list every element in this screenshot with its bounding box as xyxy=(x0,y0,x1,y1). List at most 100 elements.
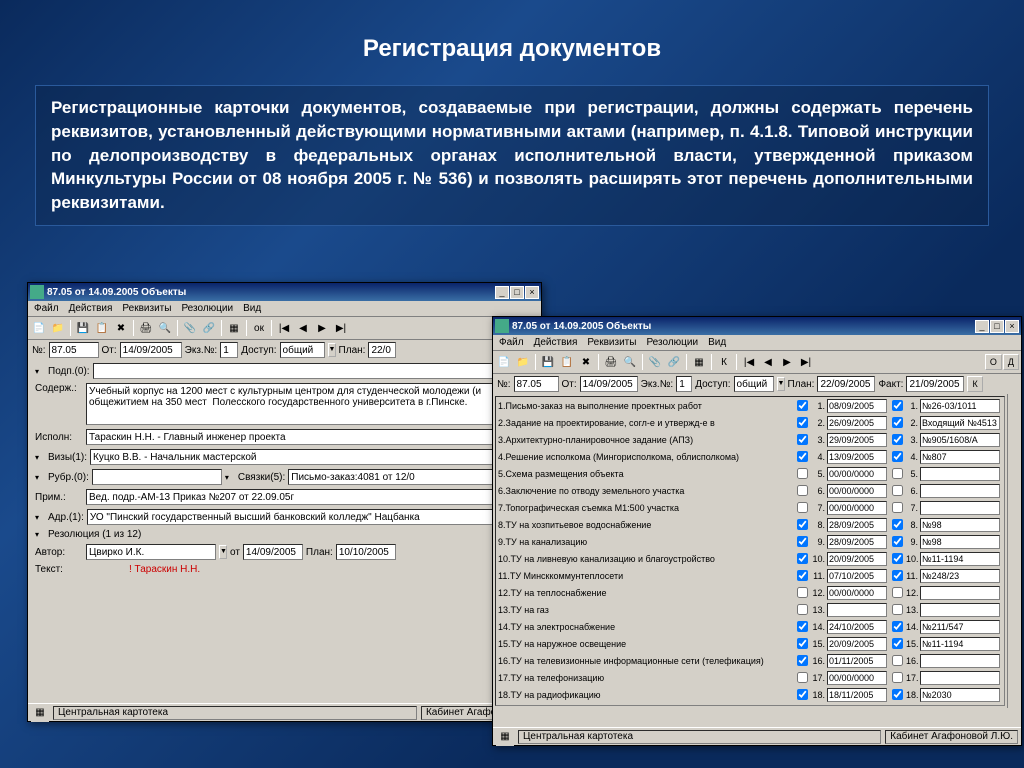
row-check2[interactable] xyxy=(892,604,903,615)
collapse-icon[interactable]: ▾ xyxy=(225,473,235,482)
close-button[interactable]: × xyxy=(525,286,539,299)
tool-delete-icon[interactable]: ✖ xyxy=(577,353,595,371)
tool-link-icon[interactable]: 🔗 xyxy=(665,353,683,371)
list-row[interactable]: 17.ТУ на телефонизацию17.17. xyxy=(496,669,1004,686)
tool-new-icon[interactable]: 📄 xyxy=(30,319,48,337)
row-check2[interactable] xyxy=(892,570,903,581)
row-check2[interactable] xyxy=(892,468,903,479)
row-date[interactable] xyxy=(827,535,887,549)
tool-preview-icon[interactable]: 🔍 xyxy=(156,319,174,337)
row-check2[interactable] xyxy=(892,621,903,632)
list-row[interactable]: 3.Архитектурно-планировочное задание (АП… xyxy=(496,431,1004,448)
row-code[interactable] xyxy=(920,484,1000,498)
maximize-button[interactable]: □ xyxy=(510,286,524,299)
menu-resolutions[interactable]: Резолюции xyxy=(646,337,698,348)
row-code[interactable] xyxy=(920,671,1000,685)
row-date[interactable] xyxy=(827,552,887,566)
list-row[interactable]: 16.ТУ на телевизионные информационные се… xyxy=(496,652,1004,669)
tool-open-icon[interactable]: 📁 xyxy=(49,319,67,337)
dostup-input[interactable] xyxy=(280,342,325,358)
row-code[interactable] xyxy=(920,586,1000,600)
rez-ot-input[interactable] xyxy=(243,544,303,560)
row-date[interactable] xyxy=(827,705,887,707)
tool-form-icon[interactable]: ▦ xyxy=(225,319,243,337)
tool-save-icon[interactable]: 💾 xyxy=(74,319,92,337)
ispoln-input[interactable] xyxy=(86,429,534,445)
row-code[interactable] xyxy=(920,518,1000,532)
plan-input[interactable] xyxy=(817,376,875,392)
list-row[interactable]: 6.Заключение по отводу земельного участк… xyxy=(496,482,1004,499)
list-row[interactable]: 13.ТУ на газ13.13. xyxy=(496,601,1004,618)
row-code[interactable] xyxy=(920,552,1000,566)
menu-file[interactable]: Файл xyxy=(499,337,524,348)
row-date[interactable] xyxy=(827,416,887,430)
adr-input[interactable] xyxy=(87,509,534,525)
menu-actions[interactable]: Действия xyxy=(69,303,113,314)
rubr-input[interactable] xyxy=(92,469,222,485)
nav-next-icon[interactable]: ▶ xyxy=(313,319,331,337)
row-check2[interactable] xyxy=(892,553,903,564)
row-check1[interactable] xyxy=(797,536,808,547)
nav-prev-icon[interactable]: ◀ xyxy=(294,319,312,337)
row-check1[interactable] xyxy=(797,638,808,649)
row-check2[interactable] xyxy=(892,638,903,649)
row-check1[interactable] xyxy=(797,553,808,564)
minimize-button[interactable]: _ xyxy=(975,320,989,333)
row-date[interactable] xyxy=(827,450,887,464)
list-row[interactable]: 2.Задание на проектирование, согл-е и ут… xyxy=(496,414,1004,431)
avtor-dropdown-icon[interactable]: ▼ xyxy=(219,545,227,559)
podp-input[interactable] xyxy=(93,363,534,379)
row-check1[interactable] xyxy=(797,502,808,513)
menu-view[interactable]: Вид xyxy=(243,303,261,314)
row-date[interactable] xyxy=(827,569,887,583)
row-date[interactable] xyxy=(827,654,887,668)
list-row[interactable]: 9.ТУ на канализацию9.9. xyxy=(496,533,1004,550)
row-code[interactable] xyxy=(920,654,1000,668)
tool-print-icon[interactable]: 🖨 xyxy=(602,353,620,371)
rez-plan-input[interactable] xyxy=(336,544,396,560)
row-date[interactable] xyxy=(827,671,887,685)
row-check2[interactable] xyxy=(892,587,903,598)
dostup-dropdown-icon[interactable]: ▼ xyxy=(777,377,785,391)
no-input[interactable] xyxy=(49,342,99,358)
row-code[interactable] xyxy=(920,535,1000,549)
tool-print-icon[interactable]: 🖨 xyxy=(137,319,155,337)
ekz-input[interactable] xyxy=(220,342,238,358)
close-button[interactable]: × xyxy=(1005,320,1019,333)
row-check1[interactable] xyxy=(797,621,808,632)
menu-actions[interactable]: Действия xyxy=(534,337,578,348)
nav-first-icon[interactable]: |◀ xyxy=(275,319,293,337)
row-check1[interactable] xyxy=(797,417,808,428)
collapse-icon[interactable]: ▾ xyxy=(35,453,45,462)
row-date[interactable] xyxy=(827,637,887,651)
row-check2[interactable] xyxy=(892,451,903,462)
list-row[interactable]: 15.ТУ на наружное освещение15.15. xyxy=(496,635,1004,652)
tool-attach-icon[interactable]: 📎 xyxy=(646,353,664,371)
scrollbar[interactable] xyxy=(1007,394,1021,708)
tool-open-icon[interactable]: 📁 xyxy=(514,353,532,371)
row-check1[interactable] xyxy=(797,655,808,666)
row-code[interactable] xyxy=(920,569,1000,583)
tool-attach-icon[interactable]: 📎 xyxy=(181,319,199,337)
collapse-icon[interactable]: ▾ xyxy=(35,473,45,482)
list-row[interactable]: 14.ТУ на электроснабжение14.14. xyxy=(496,618,1004,635)
no-input[interactable] xyxy=(514,376,559,392)
dostup-input[interactable] xyxy=(734,376,774,392)
collapse-icon[interactable]: ▾ xyxy=(35,530,45,539)
tool-copy-icon[interactable]: 📋 xyxy=(558,353,576,371)
row-check2[interactable] xyxy=(892,485,903,496)
maximize-button[interactable]: □ xyxy=(990,320,1004,333)
tool-ok-icon[interactable]: ок xyxy=(250,319,268,337)
tool-new-icon[interactable]: 📄 xyxy=(495,353,513,371)
list-row[interactable]: 5.Схема размещения объекта5.5. xyxy=(496,465,1004,482)
row-date[interactable] xyxy=(827,399,887,413)
status-icon[interactable]: ▦ xyxy=(496,728,514,746)
row-date[interactable] xyxy=(827,467,887,481)
row-check1[interactable] xyxy=(797,570,808,581)
row-code[interactable] xyxy=(920,467,1000,481)
row-code[interactable] xyxy=(920,501,1000,515)
row-date[interactable] xyxy=(827,433,887,447)
tool-link-icon[interactable]: 🔗 xyxy=(200,319,218,337)
row-code[interactable] xyxy=(920,433,1000,447)
row-check2[interactable] xyxy=(892,689,903,700)
